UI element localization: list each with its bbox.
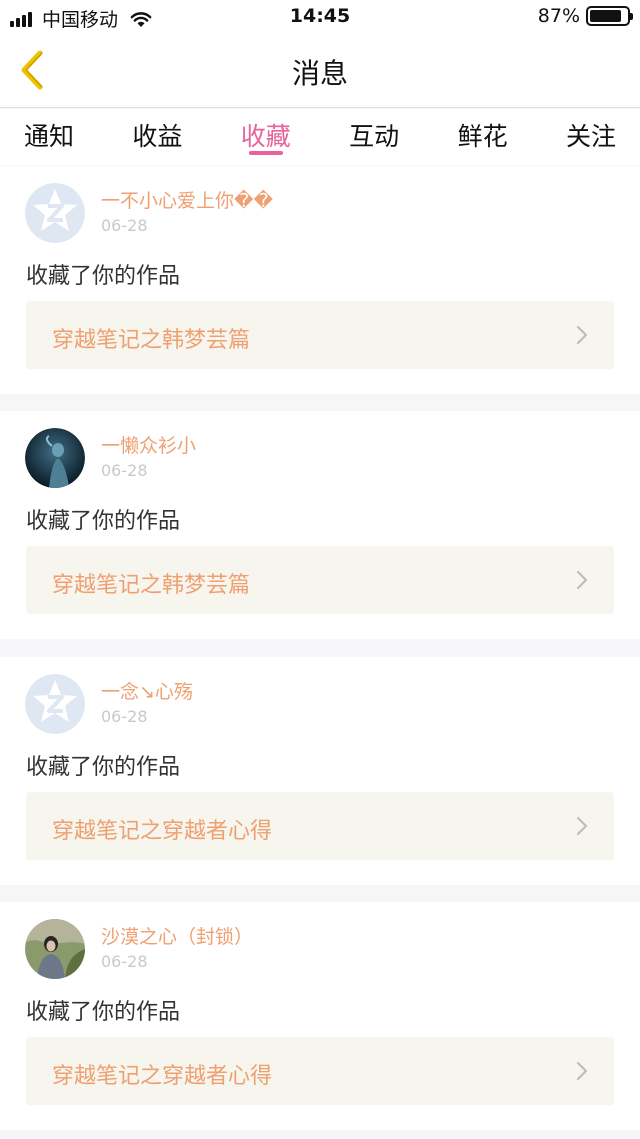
photo-avatar-outdoor[interactable] bbox=[25, 919, 85, 979]
nav-bar: 消息 bbox=[0, 34, 640, 108]
message-card: 一念↘心殇 06-28 收藏了你的作品 穿越笔记之穿越者心得 bbox=[0, 657, 640, 885]
message-date: 06-28 bbox=[101, 707, 148, 726]
username[interactable]: 一不小心爱上你�� bbox=[101, 186, 273, 213]
message-date: 06-28 bbox=[101, 952, 148, 971]
work-link[interactable]: 穿越笔记之穿越者心得 bbox=[26, 1037, 614, 1105]
work-title: 穿越笔记之韩梦芸篇 bbox=[52, 573, 251, 598]
default-q-avatar-icon[interactable] bbox=[25, 674, 85, 734]
action-text: 收藏了你的作品 bbox=[26, 264, 181, 289]
tab-earnings[interactable]: 收益 bbox=[132, 109, 182, 165]
default-q-avatar-icon[interactable] bbox=[25, 183, 85, 243]
work-link[interactable]: 穿越笔记之韩梦芸篇 bbox=[26, 301, 614, 369]
tab-bar: 通知 收益 收藏 互动 鲜花 关注 bbox=[0, 109, 640, 165]
tab-favorites[interactable]: 收藏 bbox=[241, 109, 291, 165]
status-bar: 中国移动 14:45 87% bbox=[0, 0, 640, 34]
photo-avatar-dark[interactable] bbox=[25, 428, 85, 488]
action-text: 收藏了你的作品 bbox=[26, 509, 181, 534]
action-text: 收藏了你的作品 bbox=[26, 1000, 181, 1025]
message-card: 一懒众衫小 06-28 收藏了你的作品 穿越笔记之韩梦芸篇 bbox=[0, 411, 640, 639]
work-link[interactable]: 穿越笔记之穿越者心得 bbox=[26, 792, 614, 860]
messages-screen: 中国移动 14:45 87% 消息 通知 收益 收藏 互动 鲜花 关注 一不小心… bbox=[0, 0, 640, 1139]
chevron-right-icon bbox=[576, 1061, 588, 1081]
work-link[interactable]: 穿越笔记之韩梦芸篇 bbox=[26, 546, 614, 614]
message-card: 沙漠之心（封锁） 06-28 收藏了你的作品 穿越笔记之穿越者心得 bbox=[0, 902, 640, 1130]
tab-notifications[interactable]: 通知 bbox=[24, 109, 74, 165]
battery-icon bbox=[586, 6, 633, 26]
chevron-right-icon bbox=[576, 325, 588, 345]
username[interactable]: 一念↘心殇 bbox=[101, 677, 193, 704]
username[interactable]: 一懒众衫小 bbox=[101, 431, 196, 458]
work-title: 穿越笔记之韩梦芸篇 bbox=[52, 328, 251, 353]
message-date: 06-28 bbox=[101, 216, 148, 235]
chevron-right-icon bbox=[576, 816, 588, 836]
status-right: 87% bbox=[537, 5, 633, 27]
work-title: 穿越笔记之穿越者心得 bbox=[52, 819, 273, 844]
tab-flowers[interactable]: 鲜花 bbox=[458, 109, 508, 165]
battery-percent: 87% bbox=[537, 5, 580, 27]
message-date: 06-28 bbox=[101, 461, 148, 480]
tab-interactions[interactable]: 互动 bbox=[349, 109, 399, 165]
page-title: 消息 bbox=[291, 57, 348, 90]
work-title: 穿越笔记之穿越者心得 bbox=[52, 1064, 273, 1089]
message-card: 一不小心爱上你�� 06-28 收藏了你的作品 穿越笔记之韩梦芸篇 bbox=[0, 166, 640, 394]
action-text: 收藏了你的作品 bbox=[26, 755, 181, 780]
chevron-right-icon bbox=[576, 570, 588, 590]
tab-follows[interactable]: 关注 bbox=[566, 109, 616, 165]
username[interactable]: 沙漠之心（封锁） bbox=[101, 922, 253, 949]
